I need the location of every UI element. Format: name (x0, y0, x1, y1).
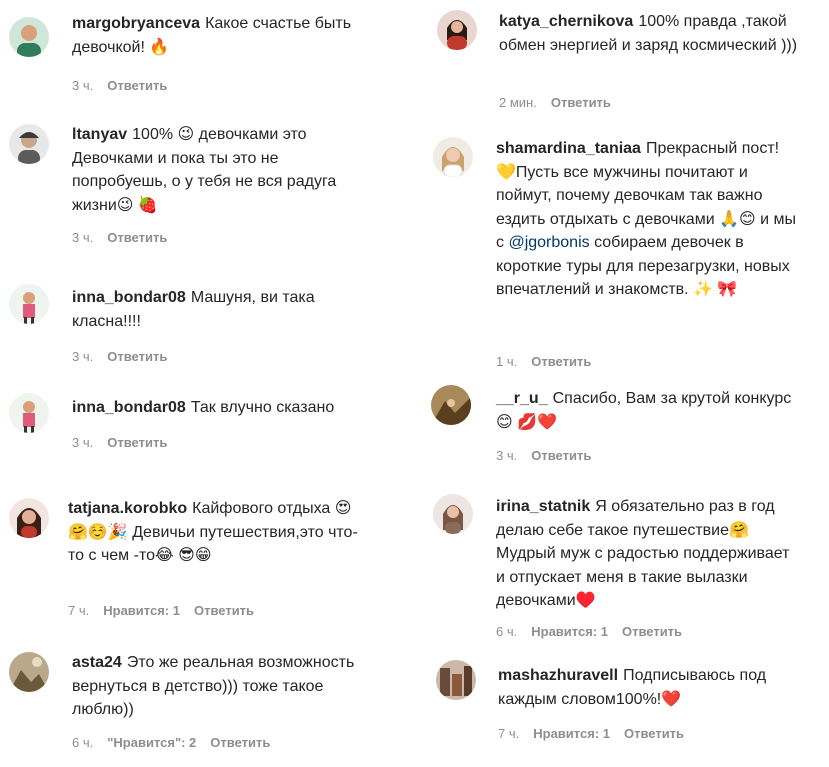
comment-meta: 3 ч. Ответить (72, 435, 167, 450)
likes-count[interactable]: Нравится: 1 (103, 603, 180, 618)
comment-time[interactable]: 7 ч. (498, 726, 519, 741)
likes-count[interactable]: Нравится: 1 (533, 726, 610, 741)
comment-time[interactable]: 2 мин. (499, 95, 537, 110)
comment-username[interactable]: shamardina_taniaa (496, 140, 641, 157)
avatar[interactable] (437, 10, 477, 50)
comment-username[interactable]: irina_statnik (496, 498, 590, 515)
avatar[interactable] (431, 385, 471, 425)
comment-meta: 2 мин. Ответить (499, 95, 611, 110)
avatar[interactable] (9, 393, 49, 433)
comment-username[interactable]: inna_bondar08 (72, 289, 186, 306)
reply-button[interactable]: Ответить (107, 78, 167, 93)
comment-text: shamardina_taniaa Прекрасный пост! 💛Пусть… (496, 137, 796, 302)
comment-username[interactable]: ltanyav (72, 126, 127, 143)
comment-text: inna_bondar08 Машуня, ви така класна!!!! (72, 286, 372, 333)
comment-time[interactable]: 3 ч. (496, 448, 517, 463)
comment-username[interactable]: asta24 (72, 654, 122, 671)
comment-meta: 3 ч. Ответить (72, 349, 167, 364)
comment-text: mashazhuravell Подписываюсь под каждым сл… (498, 664, 798, 711)
comment-time[interactable]: 3 ч. (72, 230, 93, 245)
comment-meta: 6 ч. Нравится: 1 Ответить (496, 624, 682, 639)
comment-username[interactable]: __r_u_ (496, 390, 548, 407)
comment-text: margobryanceva Какое счастье быть девочко… (72, 12, 392, 59)
avatar[interactable] (433, 137, 473, 177)
reply-button[interactable]: Ответить (210, 735, 270, 750)
reply-button[interactable]: Ответить (551, 95, 611, 110)
comment-meta: 3 ч. Ответить (72, 230, 167, 245)
avatar[interactable] (9, 17, 49, 57)
comment-meta: 3 ч. Ответить (496, 448, 591, 463)
comment-text: __r_u_ Спасибо, Вам за крутой конкурс😊 💋❤… (496, 387, 796, 434)
comment-text: katya_chernikova 100% правда ,такой обмен… (499, 10, 799, 57)
reply-button[interactable]: Ответить (624, 726, 684, 741)
comment-time[interactable]: 6 ч. (496, 624, 517, 639)
comment-text: irina_statnik Я обязательно раз в год дел… (496, 495, 796, 613)
comment-time[interactable]: 3 ч. (72, 349, 93, 364)
comment-meta: 1 ч. Ответить (496, 354, 591, 369)
comment-time[interactable]: 7 ч. (68, 603, 89, 618)
comment-meta: 3 ч. Ответить (72, 78, 167, 93)
avatar[interactable] (9, 498, 49, 538)
comment-username[interactable]: inna_bondar08 (72, 399, 186, 416)
comment-text: asta24 Это же реальная возможность вернут… (72, 651, 372, 722)
comment-meta: 7 ч. Нравится: 1 Ответить (498, 726, 684, 741)
reply-button[interactable]: Ответить (531, 448, 591, 463)
comment-meta: 6 ч. "Нравится": 2 Ответить (72, 735, 270, 750)
avatar[interactable] (9, 652, 49, 692)
likes-count[interactable]: "Нравится": 2 (107, 735, 196, 750)
reply-button[interactable]: Ответить (531, 354, 591, 369)
reply-button[interactable]: Ответить (622, 624, 682, 639)
comment-meta: 7 ч. Нравится: 1 Ответить (68, 603, 254, 618)
comment-time[interactable]: 3 ч. (72, 435, 93, 450)
avatar[interactable] (433, 494, 473, 534)
reply-button[interactable]: Ответить (107, 349, 167, 364)
comment-text: tatjana.korobko Кайфового отдыха 😍🤗☺️🎉 Де… (68, 497, 368, 568)
comment-time[interactable]: 1 ч. (496, 354, 517, 369)
comment-time[interactable]: 6 ч. (72, 735, 93, 750)
mention-link[interactable]: @jgorbonis (508, 234, 589, 251)
comment-username[interactable]: mashazhuravell (498, 667, 618, 684)
comment-time[interactable]: 3 ч. (72, 78, 93, 93)
comment-username[interactable]: katya_chernikova (499, 13, 633, 30)
avatar[interactable] (436, 660, 476, 700)
avatar[interactable] (9, 284, 49, 324)
comment-username[interactable]: tatjana.korobko (68, 500, 187, 517)
comment-text: ltanyav 100% 😉 девочками это Девочками и … (72, 123, 372, 217)
comment-text: inna_bondar08 Так влучно сказано (72, 396, 372, 420)
likes-count[interactable]: Нравится: 1 (531, 624, 608, 639)
reply-button[interactable]: Ответить (194, 603, 254, 618)
reply-button[interactable]: Ответить (107, 230, 167, 245)
comment-body: Так влучно сказано (190, 399, 335, 416)
comment-username[interactable]: margobryanceva (72, 15, 200, 32)
reply-button[interactable]: Ответить (107, 435, 167, 450)
avatar[interactable] (9, 124, 49, 164)
